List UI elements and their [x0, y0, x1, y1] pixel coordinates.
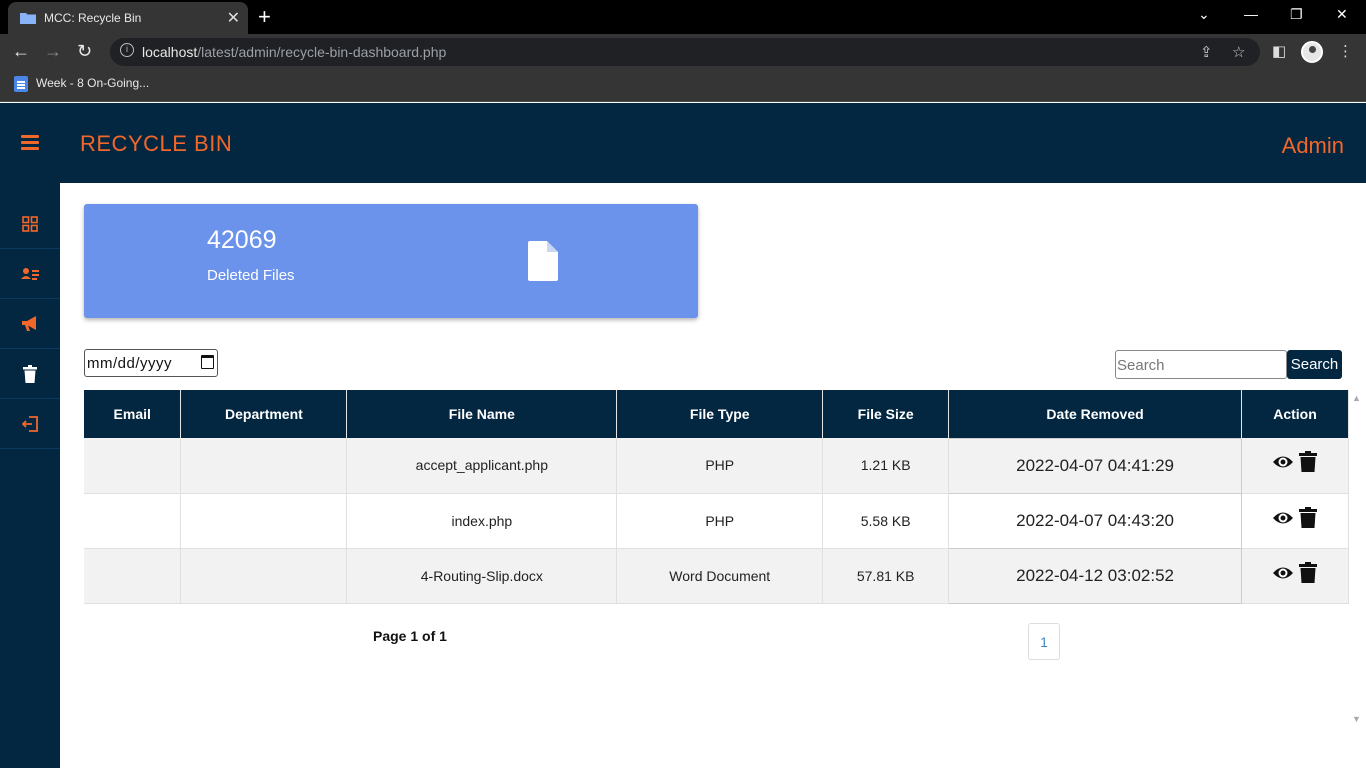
trash-icon — [23, 364, 37, 383]
cell-department — [180, 548, 348, 604]
profile-avatar[interactable] — [1301, 41, 1323, 63]
menu-dots-icon[interactable]: ⋮ — [1338, 42, 1353, 60]
cell-email — [84, 493, 182, 549]
reload-icon[interactable]: ↻ — [77, 41, 92, 62]
cell-file-size: 57.81 KB — [822, 548, 950, 604]
cell-department — [180, 438, 348, 494]
calendar-icon[interactable] — [201, 355, 214, 369]
cell-department — [180, 493, 348, 549]
cell-file-size: 5.58 KB — [822, 493, 950, 549]
forward-icon[interactable]: → — [44, 41, 62, 62]
scroll-down-icon[interactable]: ▼ — [1352, 714, 1361, 724]
cell-date-removed: 2022-04-12 03:02:52 — [948, 547, 1242, 604]
sidebar-item-announcements[interactable] — [0, 299, 60, 349]
user-list-icon — [21, 267, 39, 280]
share-icon[interactable]: ⇪ — [1200, 43, 1213, 61]
browser-toolbar: ← → ↻ i localhost/latest/admin/recycle-b… — [0, 34, 1366, 70]
address-bar[interactable]: i localhost/latest/admin/recycle-bin-das… — [110, 38, 1260, 66]
folder-icon — [20, 13, 36, 24]
cell-date-removed: 2022-04-07 04:41:29 — [948, 437, 1242, 494]
window-close-icon[interactable]: ✕ — [1336, 6, 1348, 23]
search-button[interactable]: Search — [1287, 350, 1342, 379]
page-button-1[interactable]: 1 — [1028, 623, 1060, 660]
sidebar — [0, 103, 60, 768]
page-title: RECYCLE BIN — [80, 131, 233, 156]
bookmark-star-icon[interactable]: ☆ — [1232, 43, 1245, 61]
back-icon[interactable]: ← — [12, 41, 30, 62]
date-placeholder: mm/dd/yyyy — [87, 355, 173, 372]
recycle-bin-table: Email Department File Name File Type Fil… — [84, 390, 1350, 604]
browser-titlebar: MCC: Recycle Bin ✕ + ⌄ — ❐ ✕ — [0, 0, 1366, 34]
bookmarks-bar: Week - 8 On-Going... — [0, 70, 1366, 102]
bookmark-label: Week - 8 On-Going... — [36, 76, 150, 91]
side-panel-icon[interactable]: ◧ — [1272, 42, 1286, 60]
cell-file-type: Word Document — [616, 548, 824, 604]
cell-file-name: accept_applicant.php — [346, 438, 618, 494]
google-docs-icon — [14, 76, 28, 92]
tab-search-icon[interactable]: ⌄ — [1198, 6, 1210, 23]
sidebar-item-users[interactable] — [0, 249, 60, 299]
header-department[interactable]: Department — [180, 390, 348, 438]
header-file-name[interactable]: File Name — [346, 390, 618, 438]
delete-trash-icon[interactable] — [1298, 506, 1317, 528]
table-row: accept_applicant.php PHP 1.21 KB 2022-04… — [84, 437, 1350, 494]
deleted-files-count: 42069 — [207, 226, 277, 254]
cell-email — [84, 438, 182, 494]
date-filter-input[interactable]: mm/dd/yyyy — [84, 349, 218, 377]
view-eye-icon[interactable] — [1272, 564, 1294, 582]
bookmark-item[interactable]: Week - 8 On-Going... — [14, 76, 149, 92]
url-host: localhost — [142, 44, 198, 60]
table-row: 4-Routing-Slip.docx Word Document 57.81 … — [84, 547, 1350, 604]
hamburger-menu-icon[interactable] — [21, 135, 39, 150]
site-info-icon[interactable]: i — [120, 43, 134, 57]
browser-tab[interactable]: MCC: Recycle Bin ✕ — [8, 2, 248, 34]
header-file-type[interactable]: File Type — [616, 390, 824, 438]
deleted-files-label: Deleted Files — [207, 267, 295, 284]
cell-action — [1241, 493, 1350, 549]
view-eye-icon[interactable] — [1272, 453, 1294, 471]
deleted-files-card: 42069 Deleted Files — [84, 204, 698, 318]
sidebar-item-dashboard[interactable] — [0, 199, 60, 249]
header-email[interactable]: Email — [84, 390, 182, 438]
app-header: RECYCLE BIN Admin — [60, 103, 1366, 183]
delete-trash-icon[interactable] — [1298, 451, 1317, 472]
cell-action — [1241, 438, 1350, 494]
header-action: Action — [1241, 390, 1350, 438]
header-file-size[interactable]: File Size — [822, 390, 950, 438]
delete-trash-icon[interactable] — [1298, 561, 1317, 583]
table-header-row: Email Department File Name File Type Fil… — [84, 390, 1350, 438]
cell-action — [1241, 548, 1350, 604]
pagination-info: Page 1 of 1 — [373, 628, 447, 644]
sidebar-item-recycle-bin[interactable] — [0, 349, 60, 399]
cell-file-type: PHP — [616, 493, 824, 549]
scroll-up-icon[interactable]: ▲ — [1352, 393, 1361, 403]
header-date-removed[interactable]: Date Removed — [948, 390, 1242, 438]
cell-file-type: PHP — [616, 438, 824, 494]
cell-date-removed: 2022-04-07 04:43:20 — [948, 492, 1242, 549]
table-row: index.php PHP 5.58 KB 2022-04-07 04:43:2… — [84, 492, 1350, 549]
view-eye-icon[interactable] — [1272, 509, 1294, 527]
cell-email — [84, 548, 182, 604]
admin-user-label[interactable]: Admin — [1282, 133, 1344, 159]
minimize-icon[interactable]: — — [1244, 6, 1258, 22]
sidebar-item-logout[interactable] — [0, 399, 60, 449]
url-path: /latest/admin/recycle-bin-dashboard.php — [197, 44, 447, 60]
search-placeholder: Search — [1117, 357, 1165, 374]
restore-icon[interactable]: ❐ — [1290, 6, 1303, 23]
dashboard-grid-icon — [22, 215, 38, 232]
cell-file-name: 4-Routing-Slip.docx — [346, 548, 618, 604]
new-tab-icon[interactable]: + — [258, 4, 271, 30]
megaphone-icon — [22, 315, 36, 331]
cell-file-name: index.php — [346, 493, 618, 549]
search-input[interactable]: Search — [1115, 350, 1287, 379]
file-icon — [528, 241, 558, 281]
logout-icon — [22, 415, 38, 432]
cell-file-size: 1.21 KB — [822, 438, 950, 494]
tab-title: MCC: Recycle Bin — [44, 11, 142, 25]
tab-close-icon[interactable]: ✕ — [227, 8, 240, 28]
